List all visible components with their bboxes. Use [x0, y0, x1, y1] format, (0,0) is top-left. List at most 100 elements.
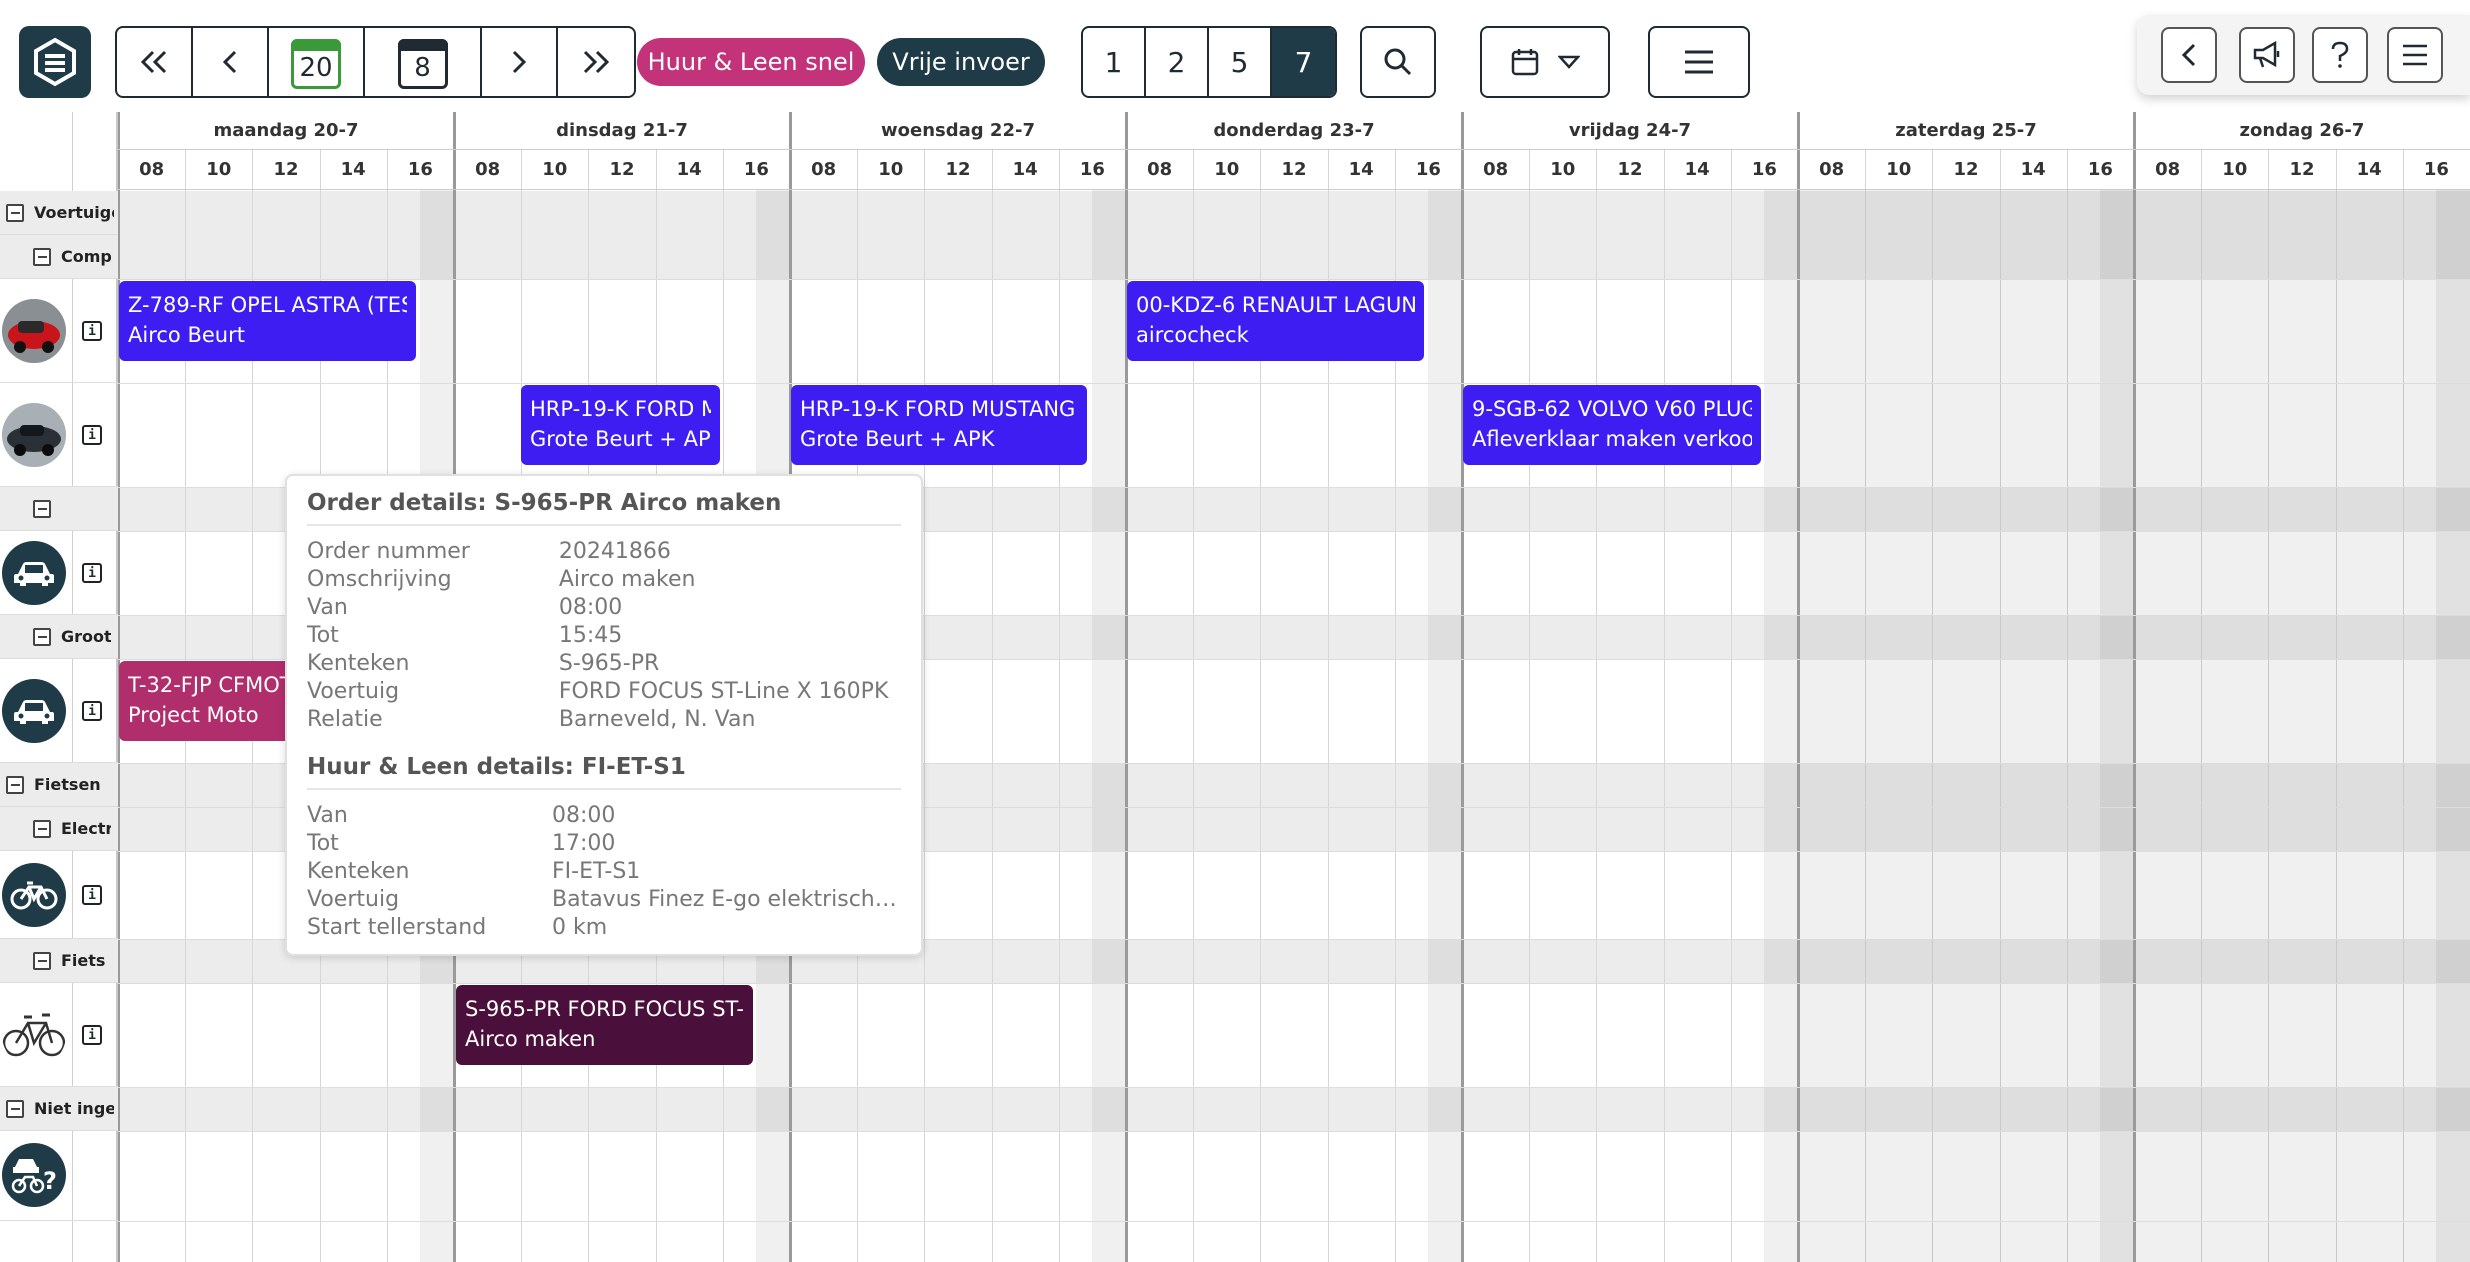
unassigned-avatar[interactable]: ?	[2, 1143, 66, 1207]
calendar-view-dropdown[interactable]	[1480, 26, 1610, 98]
info-icon[interactable]: i	[82, 885, 102, 905]
hour-header: 14	[1999, 150, 2067, 190]
rent-details-title: Huur & Leen details: FI-ET-S1	[307, 754, 901, 790]
bike-avatar-photo[interactable]	[2, 1003, 66, 1067]
collapse-toggle-icon[interactable]	[33, 951, 51, 970]
day-header: zaterdag 25-7	[1798, 112, 2134, 150]
search-icon	[1384, 48, 1412, 76]
bike-avatar-generic[interactable]	[2, 863, 66, 927]
group-row-groot: Groot	[0, 615, 118, 659]
day-count-1-button[interactable]: 1	[1083, 28, 1146, 96]
day-count-2-button[interactable]: 2	[1146, 28, 1209, 96]
toolbar: 20 8 Huur & Leen snel Vrije invoer 1 2 5…	[0, 0, 2470, 112]
search-button[interactable]	[1360, 26, 1436, 98]
quick-rent-button[interactable]: Huur & Leen snel	[637, 38, 865, 86]
next-week-button[interactable]	[558, 28, 634, 96]
hour-header: 10	[1529, 150, 1597, 190]
collapse-toggle-icon[interactable]	[33, 247, 51, 266]
event-block[interactable]: HRP-19-K FORD MUSTANG Grote Beurt + APK	[521, 385, 720, 465]
app-logo-icon	[34, 37, 76, 87]
help-button[interactable]	[2312, 27, 2368, 83]
chevron-left-icon	[222, 50, 237, 74]
calendar-icon	[1511, 49, 1539, 76]
collapse-toggle-icon[interactable]	[6, 203, 24, 222]
detail-value: 17:00	[552, 831, 616, 856]
vehicle-avatar-generic[interactable]	[2, 541, 66, 605]
group-label: Voertuigen	[34, 203, 114, 222]
hour-header: 12	[1260, 150, 1328, 190]
info-icon[interactable]: i	[82, 321, 102, 341]
group-label: Fietsen	[34, 775, 101, 794]
previous-day-button[interactable]	[193, 28, 269, 96]
vehicle-avatar-red-car[interactable]	[2, 299, 66, 363]
day-count-7-button[interactable]: 7	[1272, 28, 1335, 96]
hour-header: 12	[924, 150, 992, 190]
detail-key: Voertuig	[307, 679, 400, 704]
hour-header: 08	[1462, 150, 1530, 190]
hour-gridline	[924, 150, 926, 1262]
collapse-toggle-icon[interactable]	[33, 819, 51, 838]
group-row-unnamed	[0, 487, 118, 531]
row-gridline	[118, 383, 2470, 384]
event-title: HRP-19-K FORD MUSTANG	[800, 397, 1076, 421]
menu-button[interactable]	[1648, 26, 1750, 98]
event-block[interactable]: HRP-19-K FORD MUSTANG Grote Beurt + APK	[791, 385, 1087, 465]
collapse-toggle-icon[interactable]	[33, 627, 51, 646]
group-row-voertuigen: Voertuigen	[0, 191, 118, 235]
double-chevron-left-icon	[140, 50, 167, 74]
detail-row: Van 08:00	[307, 802, 901, 830]
free-entry-button[interactable]: Vrije invoer	[877, 38, 1045, 86]
hour-gridline	[1663, 150, 1665, 1262]
chevron-left-icon	[2181, 43, 2196, 67]
group-label: Niet ingedeeld	[34, 1099, 114, 1118]
announcements-button[interactable]	[2239, 27, 2295, 83]
car-icon	[14, 700, 54, 724]
hour-header: 10	[521, 150, 589, 190]
collapse-toggle-icon[interactable]	[33, 499, 51, 518]
info-icon[interactable]: i	[82, 425, 102, 445]
weekend-shade	[2134, 190, 2470, 1262]
previous-week-button[interactable]	[117, 28, 193, 96]
panel-menu-button[interactable]	[2387, 27, 2443, 83]
double-chevron-right-icon	[583, 50, 610, 74]
info-icon[interactable]: i	[82, 563, 102, 583]
event-block[interactable]: Z-789-RF OPEL ASTRA (TEST) Airco Beurt	[119, 281, 416, 361]
day-divider	[2133, 112, 2136, 1262]
info-icon[interactable]: i	[82, 1025, 102, 1045]
after-hours-shade	[1427, 190, 1462, 1262]
week-picker-button[interactable]: 8	[365, 28, 482, 96]
resource-row: i	[0, 983, 118, 1087]
next-day-button[interactable]	[482, 28, 558, 96]
hour-header: 10	[185, 150, 253, 190]
hour-header: 14	[319, 150, 387, 190]
app-logo[interactable]	[19, 26, 91, 98]
detail-row: Tot 17:00	[307, 830, 901, 858]
vehicle-avatar-generic[interactable]	[2, 679, 66, 743]
day-divider	[1461, 112, 1464, 1262]
event-block[interactable]: 9-SGB-62 VOLVO V60 PLUG-IN Afleverklaar …	[1463, 385, 1761, 465]
event-title: 9-SGB-62 VOLVO V60 PLUG-IN	[1472, 397, 1752, 421]
hour-gridline	[1529, 150, 1531, 1262]
resource-row: i	[0, 659, 118, 763]
info-icon[interactable]: i	[82, 701, 102, 721]
resource-column: Voertuigen Compact i i i Groot i	[0, 112, 118, 1262]
collapse-toggle-icon[interactable]	[6, 1099, 24, 1118]
hour-header: 16	[1730, 150, 1798, 190]
detail-value: Barneveld, N. Van	[558, 707, 756, 732]
date-navigation: 20 8	[115, 26, 636, 98]
day-count-selector: 1 2 5 7	[1081, 26, 1337, 98]
event-block[interactable]: 00-KDZ-6 RENAULT LAGUNA aircocheck	[1127, 281, 1424, 361]
event-block[interactable]: S-965-PR FORD FOCUS ST-Line Airco maken	[456, 985, 753, 1065]
row-gridline	[118, 1087, 2470, 1088]
question-mark-icon	[2331, 41, 2349, 68]
collapse-toggle-icon[interactable]	[6, 775, 24, 794]
collapse-panel-button[interactable]	[2161, 27, 2217, 83]
day-divider	[1797, 112, 1800, 1262]
day-count-5-button[interactable]: 5	[1209, 28, 1272, 96]
hour-header: 14	[2335, 150, 2403, 190]
today-button[interactable]: 20	[269, 28, 365, 96]
quick-actions-panel	[2137, 15, 2470, 95]
calendar-week-icon: 8	[397, 39, 448, 89]
vehicle-avatar-dark-car[interactable]	[2, 403, 66, 467]
hour-header: 08	[118, 150, 186, 190]
